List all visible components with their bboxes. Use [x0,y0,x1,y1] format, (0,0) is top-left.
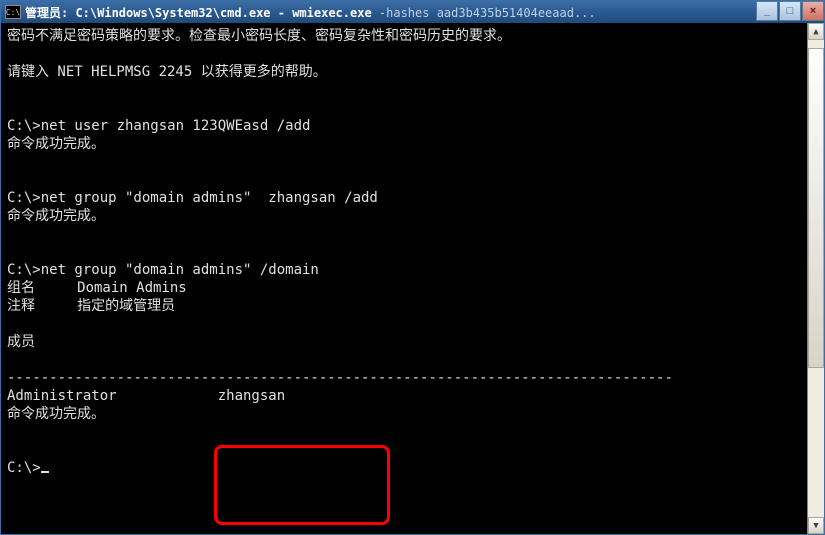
output-line: 组名 Domain Admins [7,280,187,296]
cmd-icon: C:\ [5,5,21,19]
output-line: C:\>net group "domain admins" zhangsan /… [7,190,378,206]
titlebar[interactable]: C:\ 管理员: C:\Windows\System32\cmd.exe - w… [1,1,824,23]
output-line: C:\>net user zhangsan 123QWEasd /add [7,118,310,134]
scroll-thumb[interactable] [808,48,824,368]
output-line: 成员 [7,334,35,350]
close-button[interactable]: × [802,1,824,21]
client-area: 密码不满足密码策略的要求。检查最小密码长度、密码复杂性和密码历史的要求。 请键入… [1,23,824,534]
output-line: 命令成功完成。 [7,208,105,224]
maximize-button[interactable]: □ [779,1,801,21]
terminal-output[interactable]: 密码不满足密码策略的要求。检查最小密码长度、密码复杂性和密码历史的要求。 请键入… [1,23,807,534]
output-line: 注释 指定的域管理员 [7,298,175,314]
cmd-window: C:\ 管理员: C:\Windows\System32\cmd.exe - w… [0,0,825,535]
prompt-line: C:\> [7,460,41,476]
window-controls: _ □ × [755,1,824,23]
output-line: 请键入 NET HELPMSG 2245 以获得更多的帮助。 [7,64,327,80]
cursor [41,471,49,473]
vertical-scrollbar[interactable]: ▲ ▼ [807,23,824,534]
scroll-down-button[interactable]: ▼ [808,517,824,534]
scroll-up-button[interactable]: ▲ [808,23,824,40]
minimize-button[interactable]: _ [756,1,778,21]
output-line: 命令成功完成。 [7,406,105,422]
scroll-track[interactable] [808,40,824,517]
output-line: ----------------------------------------… [7,370,673,386]
output-line: C:\>net group "domain admins" /domain [7,262,319,278]
output-line: Administrator zhangsan [7,388,285,404]
window-title: 管理员: C:\Windows\System32\cmd.exe - wmiex… [25,4,755,21]
highlight-annotation [214,445,390,525]
output-line: 密码不满足密码策略的要求。检查最小密码长度、密码复杂性和密码历史的要求。 [7,28,511,44]
output-line: 命令成功完成。 [7,136,105,152]
